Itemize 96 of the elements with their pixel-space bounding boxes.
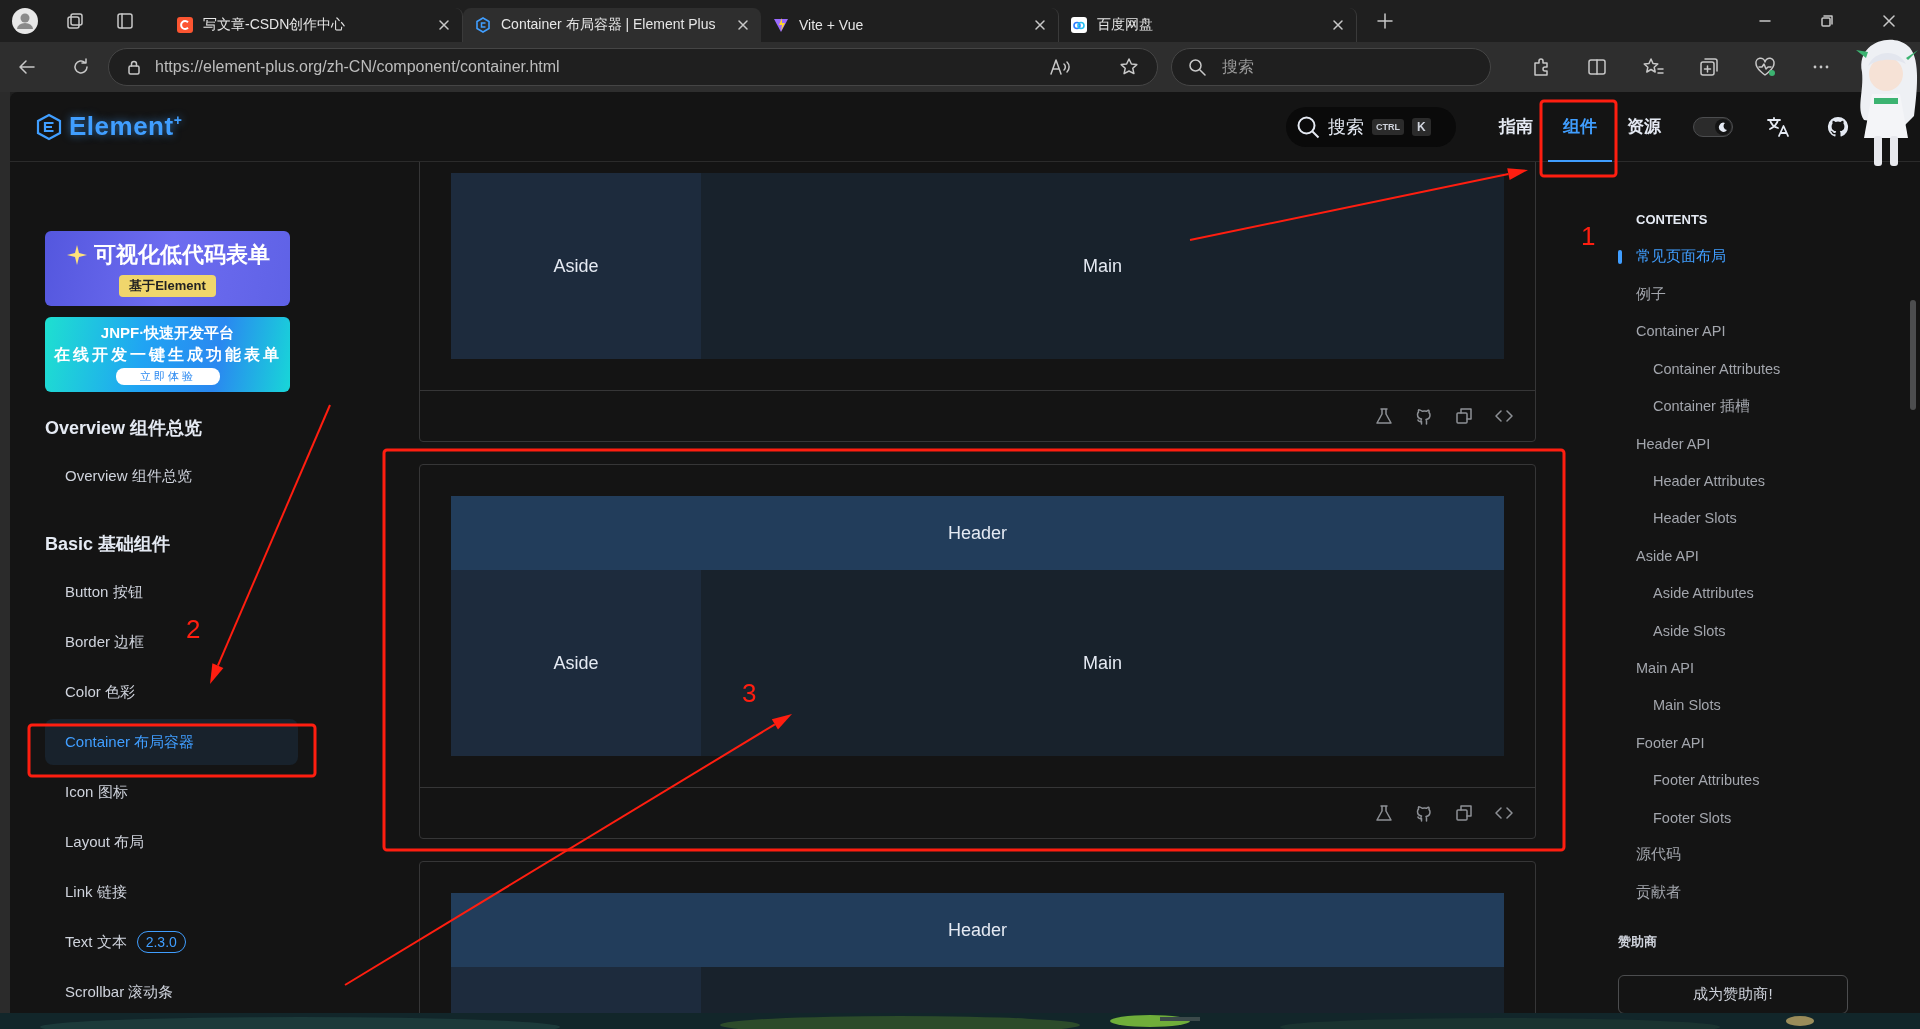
toc-link[interactable]: Header Slots — [1618, 499, 1737, 538]
close-icon[interactable] — [1883, 15, 1895, 27]
search-button[interactable]: 搜索 CTRL K — [1286, 106, 1456, 147]
ad-banner[interactable]: JNPF·快速开发平台 在线开发一键生成功能表单 立即体验 — [45, 317, 290, 392]
toc-link[interactable]: Main Slots — [1618, 686, 1721, 725]
toc-link[interactable]: 例子 — [1618, 275, 1666, 313]
toc-link[interactable]: Footer API — [1618, 724, 1705, 762]
copy-icon[interactable] — [1455, 804, 1473, 822]
banner-tag: 基于Element — [119, 275, 216, 297]
toc-link[interactable]: Footer Slots — [1618, 798, 1732, 837]
copy-icon[interactable] — [1455, 407, 1473, 425]
logo-text[interactable]: Element$^{+}$ — [69, 111, 183, 142]
search-icon — [1188, 58, 1206, 76]
favorites-icon[interactable] — [1642, 57, 1664, 77]
sponsor-heading: 赞助商 — [1618, 933, 1657, 952]
back-icon[interactable] — [18, 58, 36, 76]
toc-link[interactable]: 贡献者 — [1618, 873, 1681, 912]
banner-title: JNPF·快速开发平台 — [100, 324, 235, 343]
browser-tab[interactable]: Container 布局容器 | Element Plus — [463, 8, 761, 42]
sidebar-heading: Overview 组件总览 — [45, 417, 203, 440]
sidebar-item[interactable]: Icon 图标 — [45, 769, 128, 815]
toc-title: CONTENTS — [1635, 211, 1708, 229]
sidebar-item[interactable]: Border 边框 — [45, 619, 145, 665]
sidebar-item[interactable]: Overview 组件总览 — [45, 453, 192, 499]
lock-icon — [127, 59, 141, 75]
layout-aside: Aside — [451, 570, 701, 756]
hexagon-icon — [475, 17, 491, 33]
search-icon — [1296, 114, 1320, 139]
workspaces-icon[interactable] — [66, 12, 84, 30]
nav-link[interactable]: 资源 — [1612, 92, 1676, 162]
split-screen-icon[interactable] — [1587, 57, 1607, 77]
layout-header: Header — [451, 496, 1504, 570]
toc-link[interactable]: 源代码 — [1618, 836, 1681, 874]
layout-aside: Aside — [451, 173, 701, 359]
sidebar-item[interactable]: Color 色彩 — [45, 669, 135, 715]
sidebar-item[interactable]: Link 链接 — [45, 869, 127, 915]
heart-icon[interactable] — [1754, 57, 1776, 77]
theme-switch[interactable] — [1693, 116, 1733, 137]
tab-actions-icon[interactable] — [116, 12, 134, 30]
toc-link[interactable]: Container Attributes — [1618, 350, 1781, 388]
sidebar-item[interactable]: Layout 布局 — [45, 819, 145, 865]
puzzle-icon[interactable] — [1531, 57, 1551, 77]
address-field[interactable]: https://element-plus.org/zh-CN/component/container.html — [108, 48, 1158, 86]
layout-header: Header — [451, 893, 1504, 967]
star-icon[interactable] — [1119, 57, 1139, 77]
banner-title: 可视化低代码表单 — [93, 241, 270, 269]
flask-icon[interactable] — [1375, 407, 1393, 425]
profile-icon[interactable] — [12, 8, 38, 34]
sidebar-item[interactable]: Scrollbar 滚动条 — [45, 969, 174, 1013]
close-icon[interactable] — [438, 19, 450, 31]
cloud-icon — [1071, 17, 1087, 33]
flask-icon[interactable] — [1375, 804, 1393, 822]
nav-link[interactable]: 组件 — [1548, 92, 1612, 162]
square-icon — [177, 17, 193, 33]
toc-link[interactable]: Main API — [1618, 649, 1695, 687]
translate-icon[interactable] — [1766, 114, 1790, 139]
collections-icon[interactable] — [1699, 57, 1719, 77]
annotation-number: 1 — [1581, 221, 1596, 251]
toc-link[interactable]: Header Attributes — [1618, 462, 1766, 500]
logo-icon — [35, 112, 63, 141]
refresh-icon[interactable] — [72, 58, 90, 76]
banner-subtitle: 在线开发一键生成功能表单 — [53, 345, 282, 365]
code-icon[interactable] — [1495, 804, 1513, 822]
github-icon[interactable] — [1415, 804, 1433, 822]
moon-icon — [1718, 121, 1728, 132]
ad-banner[interactable]: 可视化低代码表单 基于Element — [45, 231, 290, 306]
sidebar-item[interactable]: Container 布局容器 — [45, 719, 298, 765]
toc-link[interactable]: Aside Slots — [1618, 611, 1726, 650]
code-icon[interactable] — [1495, 407, 1513, 425]
scrollbar[interactable] — [1909, 300, 1916, 410]
toc-link[interactable]: Aside Attributes — [1618, 574, 1754, 612]
toc-link[interactable]: 常见页面布局 — [1618, 238, 1726, 276]
toc-link[interactable]: Container 插槽 — [1618, 387, 1750, 425]
maximize-icon[interactable] — [1821, 15, 1833, 27]
sponsor-button[interactable]: 成为赞助商! — [1618, 975, 1848, 1013]
read-aloud-icon[interactable] — [1049, 58, 1071, 76]
toc-link[interactable]: Footer Attributes — [1618, 761, 1760, 799]
layout-main: Main — [701, 173, 1504, 359]
github-icon[interactable] — [1827, 115, 1849, 138]
sidebar-item[interactable]: Text 文本 2.3.0 — [45, 919, 186, 965]
sidebar-heading: Basic 基础组件 — [45, 533, 171, 556]
toc-link[interactable]: Aside API — [1618, 537, 1699, 575]
nav-link[interactable]: 指南 — [1484, 92, 1548, 162]
toc-link[interactable]: Container API — [1618, 312, 1726, 351]
sidebar-item[interactable]: Button 按钮 — [45, 569, 143, 615]
close-icon[interactable] — [737, 19, 749, 31]
triangle-icon — [773, 17, 789, 33]
annotation-number: 2 — [186, 614, 201, 644]
banner-tag: 立即体验 — [115, 368, 220, 385]
close-icon[interactable] — [1034, 19, 1046, 31]
new-tab-icon[interactable] — [1377, 13, 1393, 29]
toc-link[interactable]: Header API — [1618, 424, 1711, 463]
search-field[interactable]: 搜索 — [1171, 48, 1491, 86]
github-icon[interactable] — [1415, 407, 1433, 425]
close-icon[interactable] — [1332, 19, 1344, 31]
annotation-number: 3 — [742, 678, 757, 708]
